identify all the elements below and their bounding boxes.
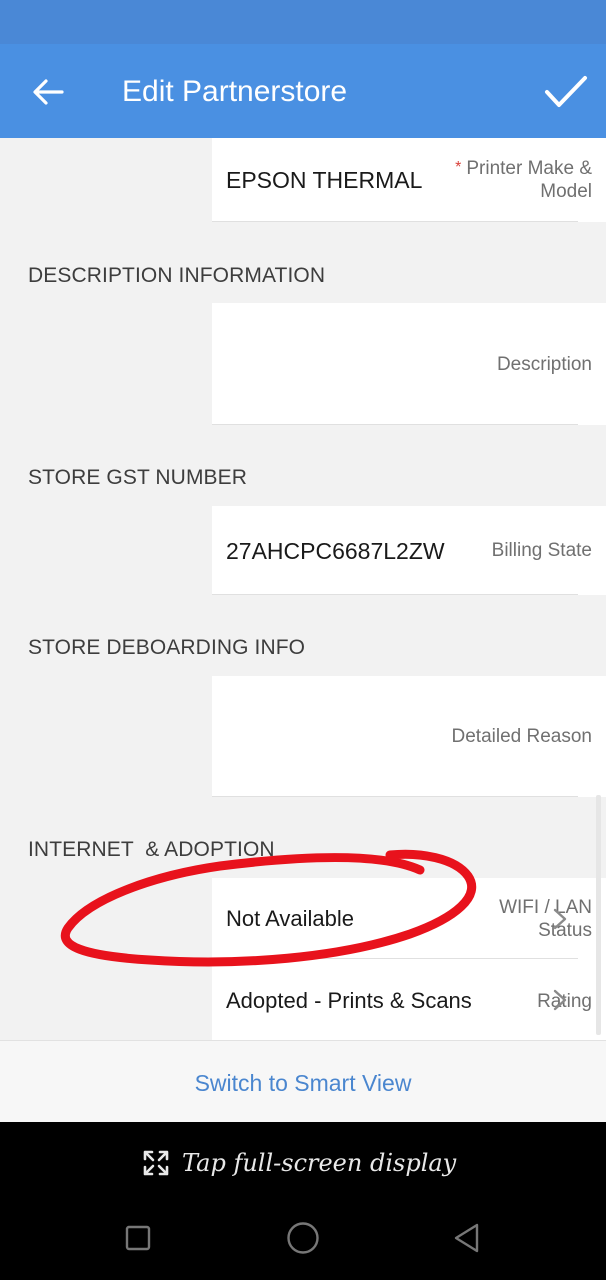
chevron-right-icon — [553, 989, 567, 1011]
arrow-left-icon — [33, 79, 64, 105]
printer-field-label: * Printer Make & Model — [455, 158, 592, 202]
switch-to-smart-view-link[interactable]: Switch to Smart View — [0, 1069, 606, 1097]
square-icon — [125, 1225, 151, 1251]
smart-view-bar: Switch to Smart View — [0, 1040, 606, 1122]
fullscreen-hint[interactable]: Tap full-screen display — [142, 1146, 456, 1180]
back-button[interactable] — [26, 70, 70, 114]
printer-field-row: * Printer Make & Model EPSON THERMAL — [0, 138, 606, 222]
page-title: Edit Partnerstore — [122, 75, 348, 108]
printer-field-value[interactable]: EPSON THERMAL — [226, 166, 422, 194]
billing-state-field-row: Billing State 27AHCPC6687L2ZW — [0, 506, 606, 595]
fullscreen-hint-text: Tap full-screen display — [182, 1149, 457, 1177]
section-store-gst: STORE GST NUMBER — [0, 425, 606, 506]
detailed-reason-field-row: Detailed Reason — [0, 676, 606, 797]
description-field-label: Description — [496, 354, 592, 375]
required-mark: * — [455, 159, 462, 176]
detailed-reason-field-label: Detailed Reason — [451, 726, 592, 747]
scrollbar[interactable] — [596, 795, 601, 1035]
section-internet-adoption: INTERNET & ADOPTION — [0, 797, 606, 878]
check-icon — [545, 76, 587, 107]
wifi-lan-field-row[interactable]: WIFI / LAN Status Not Available — [0, 878, 606, 959]
wifi-lan-field-value[interactable]: Not Available — [226, 905, 354, 933]
chevron-right-icon — [553, 908, 567, 930]
billing-state-field-value[interactable]: 27AHCPC6687L2ZW — [226, 537, 445, 565]
save-button[interactable] — [540, 66, 592, 118]
section-title: STORE DEBOARDING INFO — [28, 636, 306, 659]
circle-icon — [287, 1222, 319, 1254]
expand-arrows-icon — [143, 1150, 169, 1176]
section-title: DESCRIPTION INFORMATION — [28, 264, 326, 287]
section-description-info: DESCRIPTION INFORMATION — [0, 222, 606, 303]
section-title: INTERNET & ADOPTION — [28, 838, 275, 861]
wifi-lan-field-label: WIFI / LAN Status — [499, 897, 592, 941]
back-nav-button[interactable] — [447, 1218, 487, 1258]
home-button[interactable] — [283, 1218, 323, 1258]
status-bar — [0, 0, 606, 44]
section-store-deboarding: STORE DEBOARDING INFO — [0, 595, 606, 676]
billing-state-field-label: Billing State — [491, 540, 592, 561]
description-field-row: Description — [0, 303, 606, 425]
app-bar: Edit Partnerstore — [0, 44, 606, 138]
rating-field-row[interactable]: Rating Adopted - Prints & Scans — [0, 959, 606, 1040]
system-nav-bar: Tap full-screen display — [0, 1122, 606, 1280]
rating-field-value[interactable]: Adopted - Prints & Scans — [226, 987, 472, 1015]
section-title: STORE GST NUMBER — [28, 466, 248, 489]
triangle-back-icon — [454, 1223, 479, 1253]
screen: Edit Partnerstore * Printer Make & Model … — [0, 0, 606, 1280]
recents-button[interactable] — [118, 1218, 158, 1258]
